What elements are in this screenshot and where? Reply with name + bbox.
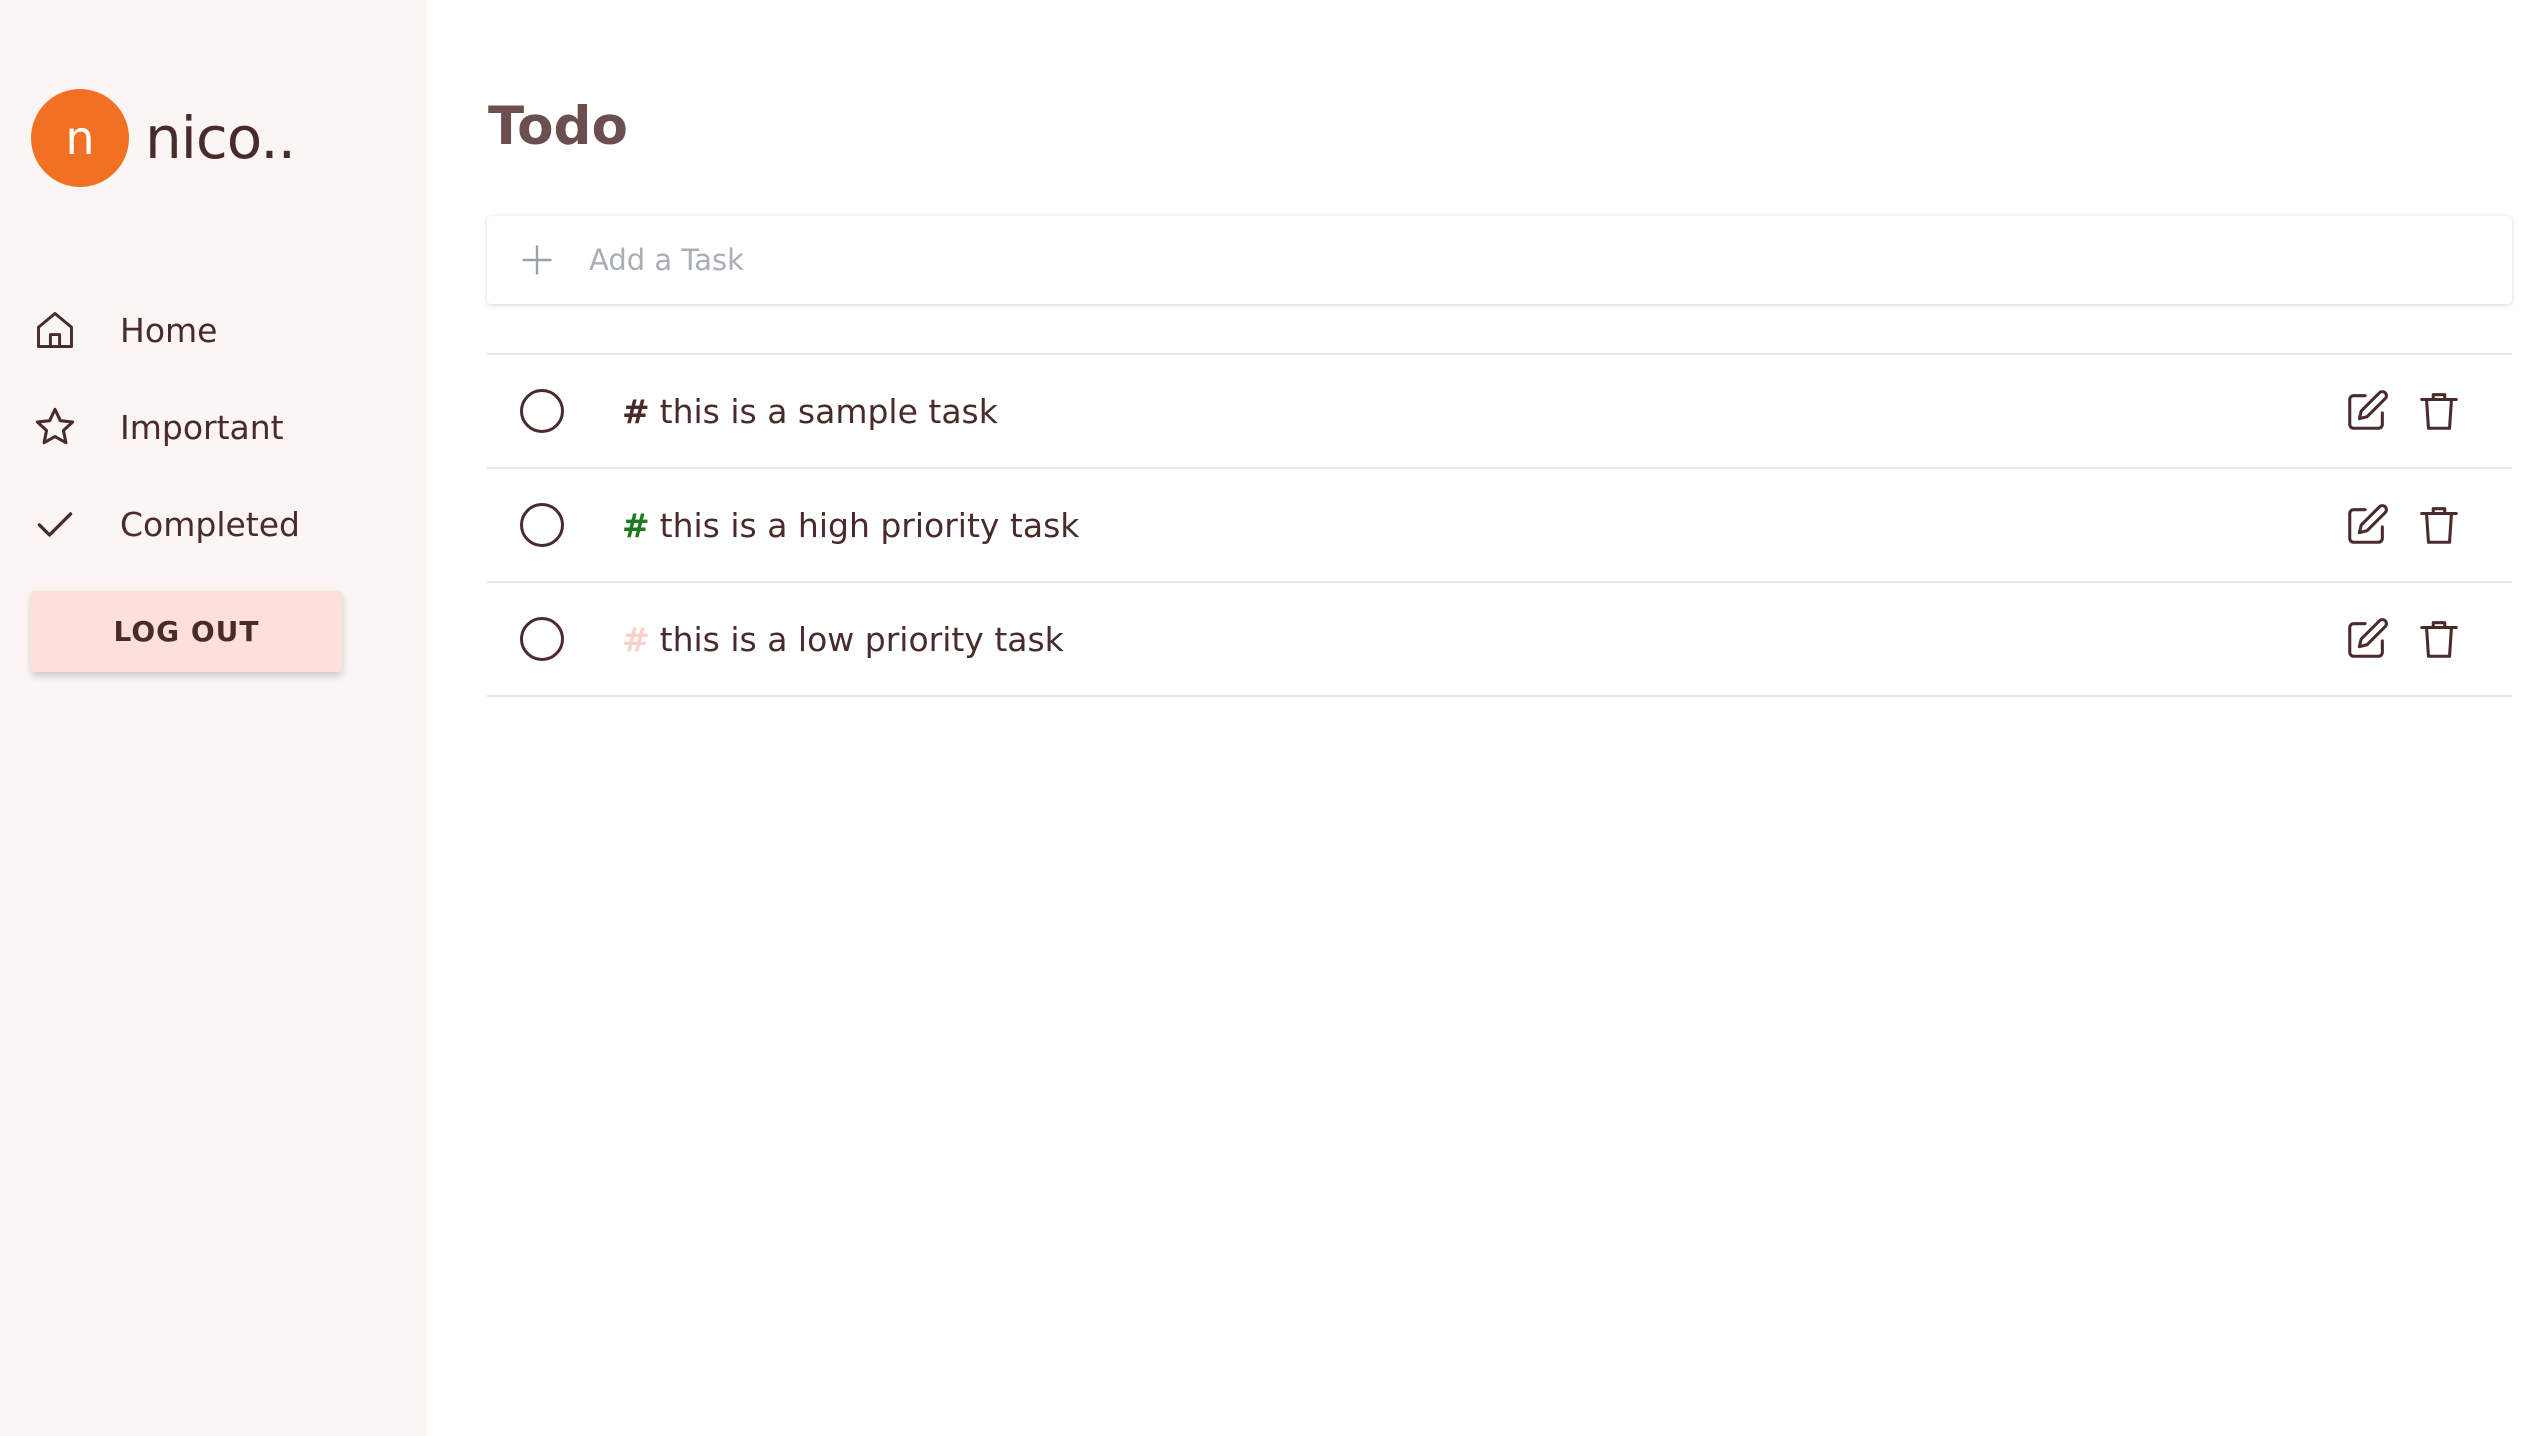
priority-hash: # — [622, 619, 650, 659]
task-complete-checkbox[interactable] — [520, 389, 564, 433]
logout-button[interactable]: LOG OUT — [31, 591, 342, 672]
main-content: Todo # this is a sample task — [427, 0, 2548, 1436]
sidebar-item-label: Home — [120, 310, 218, 350]
sidebar-item-label: Completed — [120, 504, 300, 544]
task-list: # this is a sample task # this is a high… — [487, 353, 2512, 697]
page-title: Todo — [488, 96, 628, 157]
avatar-initial: n — [65, 111, 95, 165]
sidebar-item-home[interactable]: Home — [31, 300, 300, 360]
task-complete-checkbox[interactable] — [520, 503, 564, 547]
check-icon — [31, 500, 79, 548]
task-complete-checkbox[interactable] — [520, 617, 564, 661]
task-row: # this is a sample task — [487, 355, 2512, 469]
plus-icon[interactable] — [517, 240, 557, 280]
task-row: # this is a low priority task — [487, 583, 2512, 697]
task-text: this is a high priority task — [659, 505, 1080, 545]
sidebar-nav: Home Important Completed — [31, 300, 300, 591]
add-task-input[interactable] — [587, 230, 2512, 290]
task-text: this is a sample task — [659, 391, 998, 431]
priority-hash: # — [622, 391, 650, 431]
trash-icon[interactable] — [2414, 386, 2464, 436]
task-text: this is a low priority task — [659, 619, 1064, 659]
sidebar-item-important[interactable]: Important — [31, 397, 300, 457]
app: n nico.. Home Important Completed LOG OU… — [0, 0, 2548, 1436]
edit-icon[interactable] — [2342, 614, 2392, 664]
add-task-bar[interactable] — [487, 216, 2512, 304]
task-actions — [2320, 583, 2464, 695]
star-icon — [31, 403, 79, 451]
sidebar-item-completed[interactable]: Completed — [31, 494, 300, 554]
task-actions — [2320, 469, 2464, 581]
sidebar-item-label: Important — [120, 407, 284, 447]
task-row: # this is a high priority task — [487, 469, 2512, 583]
trash-icon[interactable] — [2414, 614, 2464, 664]
task-actions — [2320, 355, 2464, 467]
avatar: n — [31, 89, 129, 187]
profile: n nico.. — [31, 89, 296, 187]
trash-icon[interactable] — [2414, 500, 2464, 550]
username: nico.. — [145, 104, 296, 172]
edit-icon[interactable] — [2342, 500, 2392, 550]
sidebar: n nico.. Home Important Completed LOG OU… — [0, 0, 427, 1436]
home-icon — [31, 306, 79, 354]
edit-icon[interactable] — [2342, 386, 2392, 436]
priority-hash: # — [622, 505, 650, 545]
